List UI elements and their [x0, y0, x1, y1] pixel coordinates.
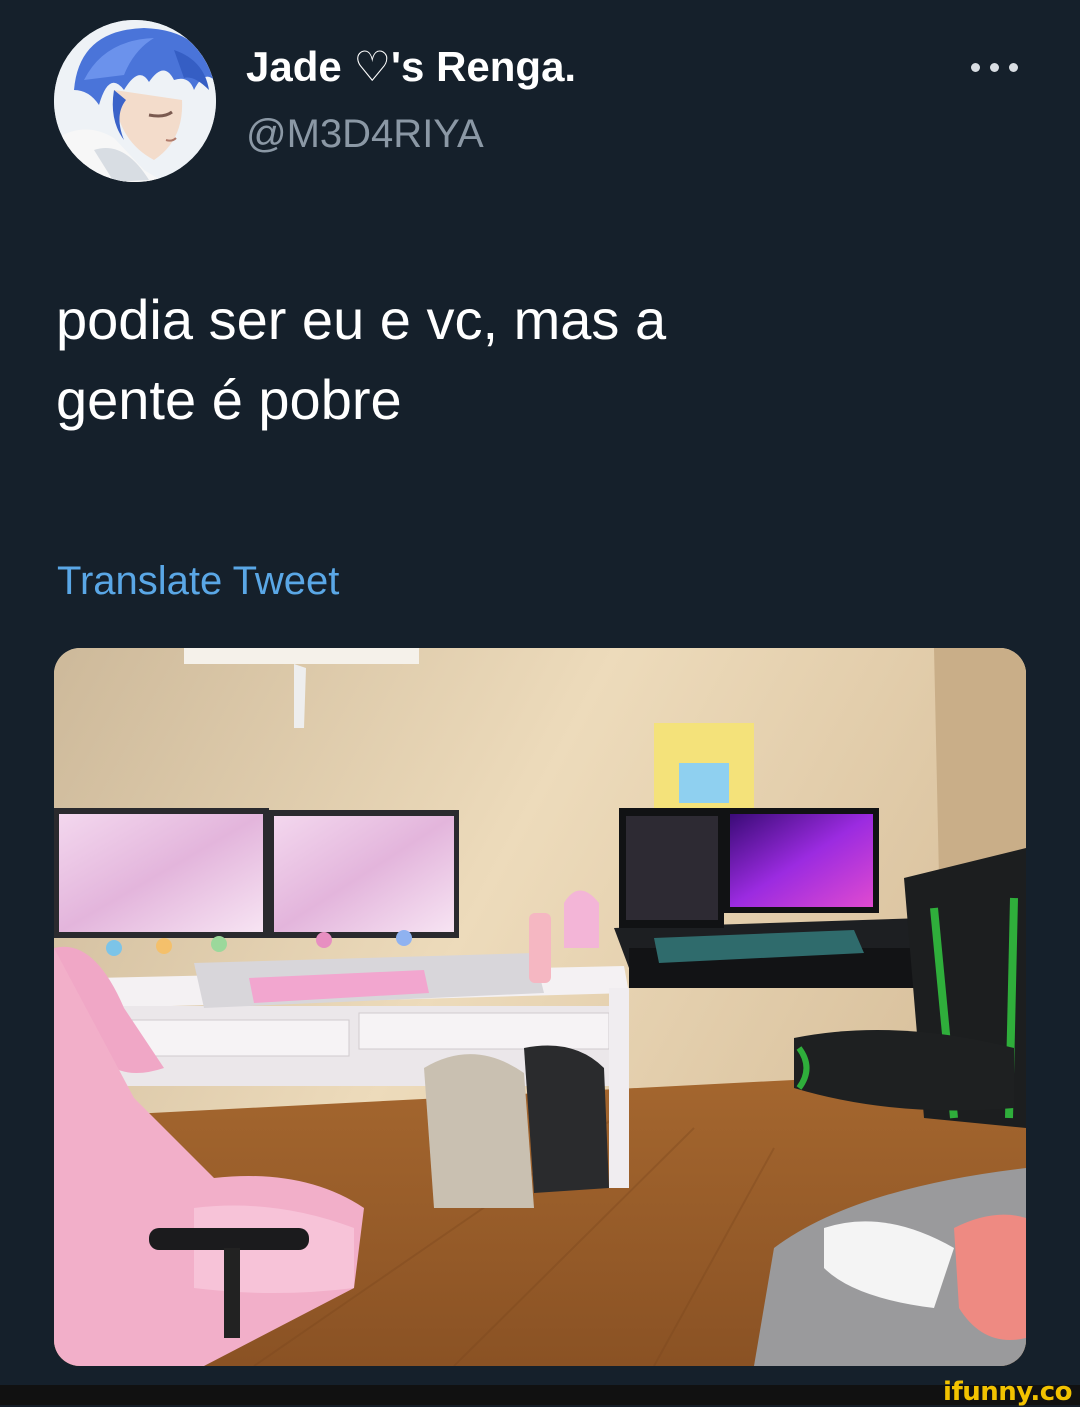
tweet-card: Jade ♡'s Renga. @M3D4RIYA podia ser eu e…: [0, 0, 1080, 1385]
translate-tweet-link[interactable]: Translate Tweet: [57, 556, 339, 606]
tweet-text-line-2: gente é pobre: [56, 368, 402, 431]
tweet-media-photo[interactable]: [54, 648, 1026, 1366]
user-handle[interactable]: @M3D4RIYA: [246, 110, 484, 158]
avatar[interactable]: [54, 20, 216, 182]
tweet-text-line-1: podia ser eu e vc, mas a: [56, 288, 667, 351]
footer-bar: [0, 1385, 1080, 1405]
more-options-button[interactable]: [965, 50, 1025, 84]
room-photo: [54, 648, 1026, 1366]
display-name[interactable]: Jade ♡'s Renga.: [246, 42, 576, 92]
ifunny-watermark: ifunny.co: [943, 1377, 1072, 1407]
anime-avatar-image: [54, 20, 216, 182]
tweet-text: podia ser eu e vc, mas a gente é pobre: [56, 280, 956, 440]
